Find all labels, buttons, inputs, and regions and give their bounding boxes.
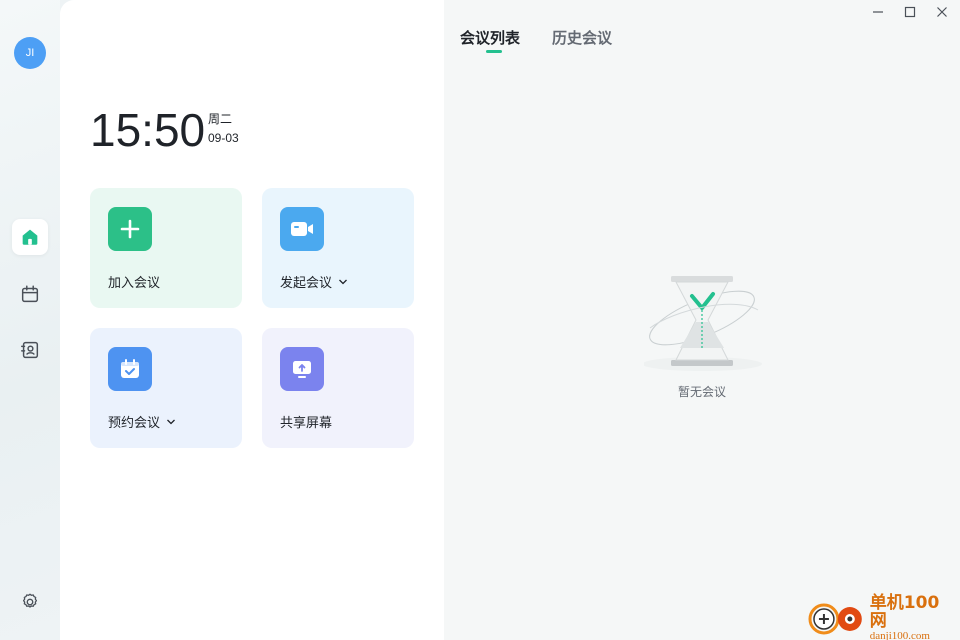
gear-icon [22,593,38,608]
calendar-check-icon [108,347,152,391]
share-screen-card[interactable]: 共享屏幕 [262,328,414,448]
watermark-title: 单机100网 [869,593,940,631]
settings-button[interactable] [12,584,48,620]
maximize-icon [904,6,916,18]
watermark-url: danji100.com [869,630,930,640]
clock-date: 09-03 [208,131,239,145]
sidebar-item-contacts[interactable] [12,332,48,368]
chevron-down-icon[interactable] [166,417,176,427]
sidebar-item-home[interactable] [12,219,48,255]
clock-time: 15:50 [90,104,206,156]
start-meeting-card[interactable]: 发起会议 [262,188,414,308]
calendar-icon [21,285,39,303]
contacts-icon [21,341,39,359]
maximize-button[interactable] [902,4,918,20]
close-button[interactable] [934,4,950,20]
empty-state-text: 暂无会议 [677,385,726,399]
tab-meeting-list[interactable]: 会议列表 [460,27,520,48]
close-icon [937,7,947,17]
join-meeting-label: 加入会议 [108,276,161,291]
schedule-meeting-card[interactable]: 预约会议 [90,328,242,448]
video-camera-icon [280,207,324,251]
tab-history-meetings[interactable]: 历史会议 [552,27,612,48]
screen-share-icon [280,347,324,391]
watermark-logo-icon [808,603,862,635]
schedule-meeting-label: 预约会议 [108,412,176,431]
clock-weekday: 周二 [208,112,233,126]
tab-active-indicator [486,50,502,53]
home-icon [22,229,38,245]
chevron-down-icon[interactable] [338,277,348,287]
sidebar: JI [0,0,60,640]
start-meeting-label: 发起会议 [280,272,348,291]
minimize-icon [873,11,883,13]
share-screen-label: 共享屏幕 [280,416,333,431]
avatar[interactable]: JI [14,37,46,69]
home-panel: 15:50 周二 09-03 加入会议 发起会议 预约会议 共享屏幕 [60,0,444,640]
minimize-button[interactable] [870,4,886,20]
sidebar-item-calendar[interactable] [12,276,48,312]
hourglass-icon [644,276,762,371]
join-meeting-card[interactable]: 加入会议 [90,188,242,308]
meeting-list-panel: 会议列表 历史会议 暂无会议 单机100网 danji100.com [444,0,960,640]
plus-icon [108,207,152,251]
watermark: 单机100网 danji100.com [806,594,956,640]
